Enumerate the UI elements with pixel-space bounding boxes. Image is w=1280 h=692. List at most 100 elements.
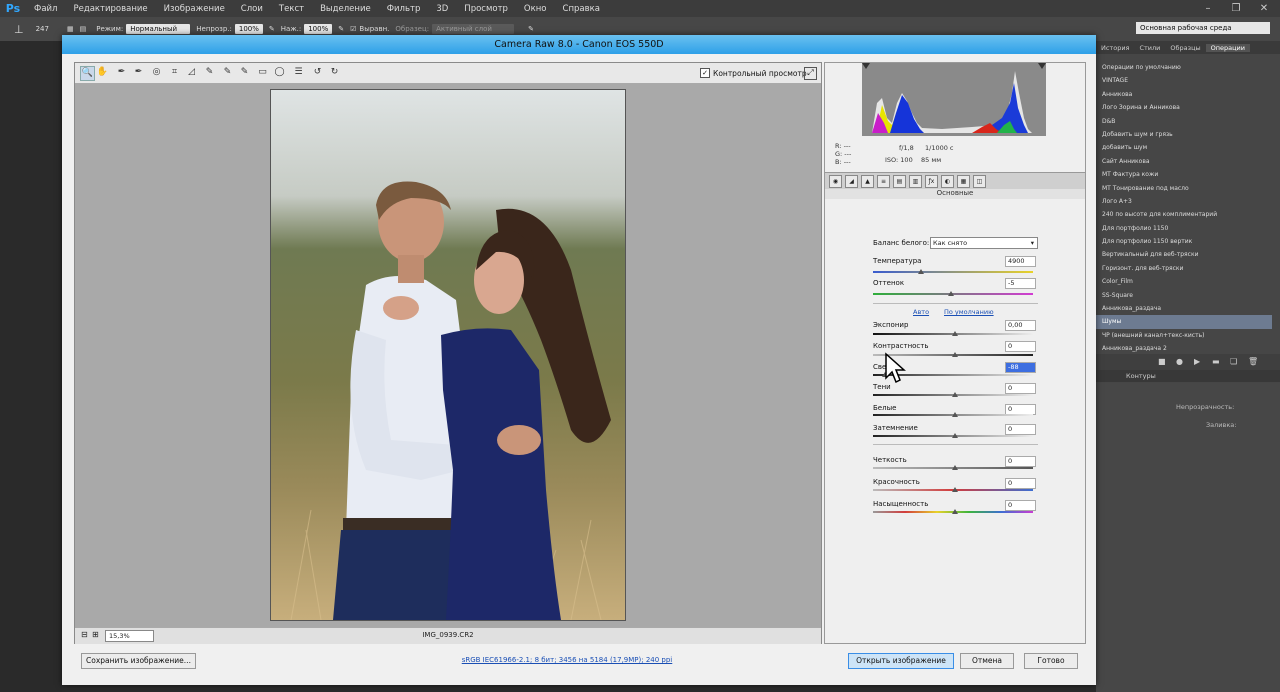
action-item[interactable]: Операции по умолчанию — [1096, 61, 1272, 74]
straighten-tool-icon[interactable]: ◿ — [185, 66, 198, 79]
aligned-checkbox[interactable]: ☑ — [350, 25, 356, 33]
menu-layers[interactable]: Слои — [233, 4, 271, 14]
vibrance-slider-thumb[interactable] — [952, 487, 958, 492]
menu-view[interactable]: Просмотр — [456, 4, 516, 14]
tone-curve-icon[interactable]: ◢ — [845, 175, 858, 188]
clone-source-icon[interactable]: ▤ — [80, 25, 87, 33]
stamp-tool-icon[interactable]: ⊥ — [14, 23, 24, 36]
opacity-field[interactable]: 100% — [234, 24, 263, 34]
hand-tool-icon[interactable]: ✋ — [96, 66, 109, 79]
action-item[interactable]: Лого A+3 — [1096, 195, 1272, 208]
color-sampler-tool-icon[interactable]: ✒ — [132, 66, 145, 79]
action-item[interactable]: Сайт Анникова — [1096, 155, 1272, 168]
red-eye-icon[interactable]: ✎ — [221, 66, 234, 79]
preview-checkbox[interactable]: ✓ — [700, 68, 710, 78]
pressure-opacity-icon[interactable]: ✎ — [269, 25, 275, 33]
saturation-slider-thumb[interactable] — [952, 509, 958, 514]
menu-edit[interactable]: Редактирование — [65, 4, 155, 14]
tab-actions[interactable]: Операции — [1205, 43, 1251, 52]
action-item[interactable]: SS-Square — [1096, 289, 1272, 302]
highlights-field[interactable]: -88 — [1005, 362, 1036, 373]
shadows-slider-thumb[interactable] — [952, 392, 958, 397]
brush-panel-icon[interactable]: ▦ — [67, 25, 74, 33]
play-icon[interactable]: ▶ — [1194, 357, 1200, 366]
open-image-button[interactable]: Открыть изображение — [848, 653, 954, 669]
menu-3d[interactable]: 3D — [428, 4, 456, 14]
clarity-slider-thumb[interactable] — [952, 465, 958, 470]
spot-removal-icon[interactable]: ✎ — [203, 66, 216, 79]
split-toning-icon[interactable]: ▤ — [893, 175, 906, 188]
tab-paths[interactable]: Контуры — [1126, 372, 1156, 380]
action-item[interactable]: Для портфолио 1150 вертик — [1096, 235, 1272, 248]
graduated-filter-icon[interactable]: ▭ — [256, 66, 269, 79]
fullscreen-icon[interactable]: ⤢ — [804, 67, 817, 80]
presets-icon[interactable]: ▦ — [957, 175, 970, 188]
action-item[interactable]: MT Тонирование под масло — [1096, 182, 1272, 195]
white-balance-tool-icon[interactable]: ✒ — [115, 66, 128, 79]
tab-history[interactable]: История — [1096, 44, 1134, 52]
action-item[interactable]: Для портфолио 1150 — [1096, 222, 1272, 235]
temperature-slider-thumb[interactable] — [918, 269, 924, 274]
contrast-field[interactable]: 0 — [1005, 341, 1036, 352]
action-item-selected[interactable]: Шумы — [1096, 315, 1272, 329]
menu-filter[interactable]: Фильтр — [379, 4, 429, 14]
radial-filter-icon[interactable]: ◯ — [273, 66, 286, 79]
menu-image[interactable]: Изображение — [156, 4, 233, 14]
action-item[interactable]: Анникова — [1096, 88, 1272, 101]
action-item[interactable]: ЧР (внешний канал+текс-кисть) — [1096, 329, 1272, 342]
vibrance-field[interactable]: 0 — [1005, 478, 1036, 489]
action-item[interactable]: добавить шум — [1096, 141, 1272, 154]
menu-select[interactable]: Выделение — [312, 4, 379, 14]
airbrush-icon[interactable]: ✎ — [338, 25, 344, 33]
rotate-right-icon[interactable]: ↻ — [328, 66, 341, 79]
action-item[interactable]: Лого Зорина и Анникова — [1096, 101, 1272, 114]
action-item[interactable]: 240 по высоте для комплиментарий — [1096, 208, 1272, 221]
blacks-field[interactable]: 0 — [1005, 424, 1036, 435]
effects-icon[interactable]: ƒx — [925, 175, 938, 188]
new-action-icon[interactable]: ❏ — [1230, 357, 1237, 366]
action-item[interactable]: MT Фактура кожи — [1096, 168, 1272, 181]
flow-field[interactable]: 100% — [304, 24, 333, 34]
workflow-options-link[interactable]: sRGB IEC61966-2.1; 8 бит; 3456 на 5184 (… — [442, 656, 692, 664]
menu-help[interactable]: Справка — [555, 4, 608, 14]
minimize-icon[interactable]: – — [1196, 0, 1220, 17]
action-item[interactable]: Color_Film — [1096, 275, 1272, 288]
tab-swatches[interactable]: Образцы — [1165, 44, 1205, 52]
clarity-field[interactable]: 0 — [1005, 456, 1036, 467]
action-item[interactable]: Добавить шум и грязь — [1096, 128, 1272, 141]
workspace-select[interactable]: Основная рабочая среда — [1136, 22, 1270, 34]
save-image-button[interactable]: Сохранить изображение... — [81, 653, 196, 669]
detail-icon[interactable]: ▲ — [861, 175, 874, 188]
cancel-button[interactable]: Отмена — [960, 653, 1014, 669]
temperature-slider-track[interactable] — [873, 271, 1033, 273]
exposure-slider-thumb[interactable] — [952, 331, 958, 336]
action-item[interactable]: Анникова_раздача — [1096, 302, 1272, 315]
snapshots-icon[interactable]: ◫ — [973, 175, 986, 188]
ignore-adjustments-icon[interactable]: ✎ — [528, 25, 534, 33]
restore-icon[interactable]: ❐ — [1224, 0, 1248, 17]
record-icon[interactable]: ● — [1176, 357, 1183, 366]
basic-panel-icon[interactable]: ◉ — [829, 175, 842, 188]
lens-corrections-icon[interactable]: ▥ — [909, 175, 922, 188]
done-button[interactable]: Готово — [1024, 653, 1078, 669]
crop-tool-icon[interactable]: ⌗ — [168, 66, 181, 79]
tint-slider-thumb[interactable] — [948, 291, 954, 296]
saturation-field[interactable]: 0 — [1005, 500, 1036, 511]
stop-icon[interactable]: ■ — [1158, 357, 1166, 366]
shadows-field[interactable]: 0 — [1005, 383, 1036, 394]
adjustment-brush-icon[interactable]: ✎ — [238, 66, 251, 79]
action-item[interactable]: VINTAGE — [1096, 74, 1272, 87]
blacks-slider-thumb[interactable] — [952, 433, 958, 438]
tab-styles[interactable]: Стили — [1134, 44, 1165, 52]
delete-icon[interactable]: 🗑 — [1248, 357, 1258, 366]
preferences-icon[interactable]: ☰ — [292, 66, 305, 79]
camera-calibration-icon[interactable]: ◐ — [941, 175, 954, 188]
action-item[interactable]: Вертикальный для веб-тряски — [1096, 248, 1272, 261]
hsl-icon[interactable]: ≡ — [877, 175, 890, 188]
auto-link[interactable]: Авто — [913, 308, 929, 316]
white-balance-select[interactable]: Как снято ▾ — [930, 237, 1038, 249]
exposure-field[interactable]: 0,00 — [1005, 320, 1036, 331]
new-set-icon[interactable]: ▬ — [1212, 357, 1220, 366]
action-item[interactable]: D&B — [1096, 115, 1272, 128]
contrast-slider-thumb[interactable] — [952, 352, 958, 357]
